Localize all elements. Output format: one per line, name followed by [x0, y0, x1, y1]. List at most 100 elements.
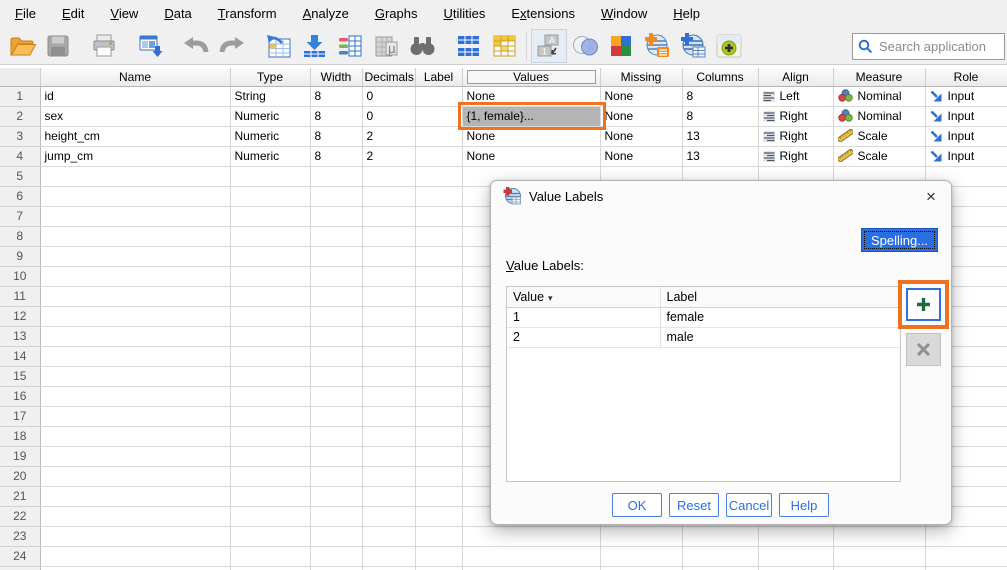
empty-cell[interactable]: [925, 526, 1007, 547]
empty-cell[interactable]: [415, 506, 463, 527]
empty-cell[interactable]: [310, 186, 363, 207]
empty-cell[interactable]: [230, 426, 311, 447]
missing-cell[interactable]: None: [600, 86, 683, 107]
columns-cell[interactable]: 13: [682, 146, 759, 167]
empty-cell[interactable]: [415, 446, 463, 467]
missing-cell[interactable]: None: [600, 146, 683, 167]
empty-cell[interactable]: [415, 466, 463, 487]
empty-cell[interactable]: [40, 546, 231, 567]
row-number[interactable]: 15: [0, 366, 41, 387]
columns-cell[interactable]: 8: [682, 106, 759, 127]
empty-cell[interactable]: [415, 526, 463, 547]
sync-tables-button[interactable]: [675, 29, 711, 63]
width-cell[interactable]: 8: [310, 106, 363, 127]
empty-cell[interactable]: [362, 326, 416, 347]
empty-cell[interactable]: [230, 246, 311, 267]
role-cell[interactable]: Input: [925, 126, 1007, 147]
align-cell[interactable]: Right: [758, 126, 834, 147]
menu-help[interactable]: Help: [660, 1, 713, 26]
empty-cell[interactable]: [362, 546, 416, 567]
empty-cell[interactable]: [310, 286, 363, 307]
type-cell[interactable]: Numeric: [230, 106, 311, 127]
empty-cell[interactable]: [40, 186, 231, 207]
empty-cell[interactable]: [310, 366, 363, 387]
empty-cell[interactable]: [682, 526, 759, 547]
row-number[interactable]: 22: [0, 506, 41, 527]
label-cell[interactable]: [415, 86, 463, 107]
empty-cell[interactable]: [40, 346, 231, 367]
empty-cell[interactable]: [310, 526, 363, 547]
help-button[interactable]: Help: [779, 493, 829, 517]
label-column-header[interactable]: Label: [660, 287, 900, 308]
row-number[interactable]: 13: [0, 326, 41, 347]
empty-cell[interactable]: [310, 506, 363, 527]
empty-cell[interactable]: [40, 286, 231, 307]
empty-cell[interactable]: [462, 566, 601, 570]
empty-cell[interactable]: [415, 266, 463, 287]
recall-dialogs-button[interactable]: [132, 29, 168, 63]
empty-cell[interactable]: [415, 246, 463, 267]
empty-cell[interactable]: [40, 206, 231, 227]
menu-analyze[interactable]: Analyze: [290, 1, 362, 26]
name-cell[interactable]: id: [40, 86, 231, 107]
empty-cell[interactable]: [415, 326, 463, 347]
width-cell[interactable]: 8: [310, 86, 363, 107]
col-header-name[interactable]: Name: [40, 68, 231, 87]
empty-cell[interactable]: [310, 546, 363, 567]
print-button[interactable]: [86, 29, 122, 63]
empty-cell[interactable]: [230, 206, 311, 227]
spelling-button[interactable]: Spelling...: [861, 228, 938, 252]
search-input[interactable]: [877, 38, 999, 55]
empty-cell[interactable]: [415, 566, 463, 570]
width-cell[interactable]: 8: [310, 126, 363, 147]
menu-view[interactable]: View: [97, 1, 151, 26]
role-cell[interactable]: Input: [925, 106, 1007, 127]
empty-cell[interactable]: [40, 566, 231, 570]
empty-cell[interactable]: [230, 506, 311, 527]
row-number[interactable]: 19: [0, 446, 41, 467]
align-cell[interactable]: Left: [758, 86, 834, 107]
empty-cell[interactable]: [230, 306, 311, 327]
col-header-width[interactable]: Width: [310, 68, 363, 87]
empty-cell[interactable]: [833, 526, 926, 547]
empty-cell[interactable]: [40, 446, 231, 467]
col-header-measure[interactable]: Measure: [833, 68, 926, 87]
row-number[interactable]: 21: [0, 486, 41, 507]
row-number[interactable]: 6: [0, 186, 41, 207]
label-cell[interactable]: [415, 146, 463, 167]
empty-cell[interactable]: [362, 486, 416, 507]
row-number[interactable]: 20: [0, 466, 41, 487]
values-cell[interactable]: None: [462, 126, 601, 147]
align-cell[interactable]: Right: [758, 146, 834, 167]
empty-cell[interactable]: [310, 386, 363, 407]
label-cell[interactable]: [415, 106, 463, 127]
empty-cell[interactable]: [415, 366, 463, 387]
col-header-missing[interactable]: Missing: [600, 68, 683, 87]
empty-cell[interactable]: [40, 506, 231, 527]
empty-cell[interactable]: [230, 366, 311, 387]
row-number[interactable]: 9: [0, 246, 41, 267]
empty-cell[interactable]: [415, 546, 463, 567]
measure-cell[interactable]: Scale: [833, 126, 926, 147]
empty-cell[interactable]: [40, 366, 231, 387]
row-number[interactable]: 24: [0, 546, 41, 567]
empty-cell[interactable]: [362, 566, 416, 570]
value-column-header[interactable]: Value ▾: [507, 287, 661, 308]
empty-cell[interactable]: [40, 526, 231, 547]
empty-cell[interactable]: [40, 406, 231, 427]
descriptives-button[interactable]: μ: [368, 29, 404, 63]
decimals-cell[interactable]: 0: [362, 86, 416, 107]
dialog-close-button[interactable]: ×: [920, 186, 942, 208]
row-number[interactable]: 8: [0, 226, 41, 247]
empty-cell[interactable]: [230, 546, 311, 567]
empty-cell[interactable]: [230, 286, 311, 307]
empty-cell[interactable]: [362, 366, 416, 387]
col-header-values[interactable]: Values: [462, 68, 601, 87]
label-cell[interactable]: male: [660, 327, 900, 348]
value-labels-toggle-button[interactable]: A1: [531, 28, 567, 63]
empty-cell[interactable]: [415, 226, 463, 247]
row-number[interactable]: 25: [0, 566, 41, 570]
empty-cell[interactable]: [230, 266, 311, 287]
empty-cell[interactable]: [310, 406, 363, 427]
goto-variable-button[interactable]: [296, 29, 332, 63]
